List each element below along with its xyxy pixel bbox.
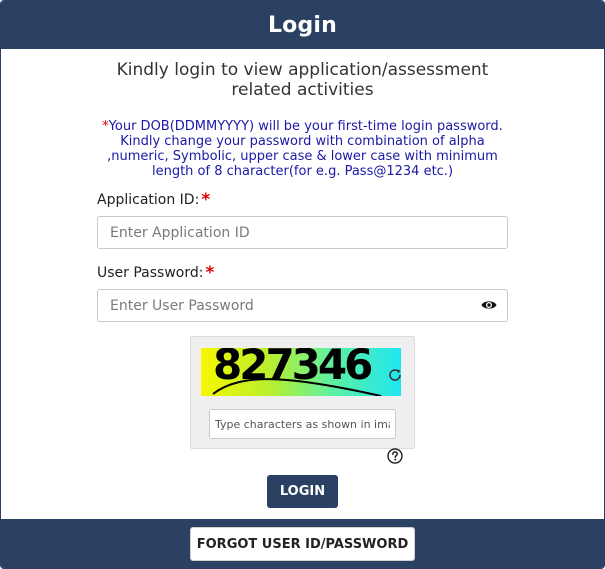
page-title: Login — [267, 12, 338, 38]
application-id-label-text: Application ID: — [97, 192, 200, 208]
login-panel: Login Kindly login to view application/a… — [0, 0, 605, 569]
notice-text: Your DOB(DDMMYYYY) will be your first-ti… — [107, 119, 503, 179]
captcha-image: 827346 — [201, 348, 401, 396]
password-required-star: * — [205, 263, 215, 283]
password-input[interactable] — [97, 289, 508, 322]
password-notice: *Your DOB(DDMMYYYY) will be your first-t… — [1, 119, 604, 179]
help-icon[interactable] — [387, 448, 403, 464]
captcha-noise-line — [212, 378, 382, 396]
refresh-icon[interactable] — [387, 367, 403, 383]
application-id-required-star: * — [201, 190, 211, 210]
eye-icon[interactable] — [481, 298, 497, 312]
forgot-user-id-password-button[interactable]: FORGOT USER ID/PASSWORD — [190, 527, 415, 561]
password-label-text: User Password: — [97, 265, 204, 281]
captcha-input[interactable] — [209, 409, 396, 439]
captcha-box: 827346 — [190, 336, 415, 449]
login-header: Login — [1, 1, 604, 49]
login-footer: FORGOT USER ID/PASSWORD — [1, 519, 604, 568]
password-field-wrap — [97, 289, 508, 322]
password-group: User Password: * — [97, 264, 508, 322]
application-id-group: Application ID: * — [97, 191, 508, 249]
intro-text: Kindly login to view application/assessm… — [116, 60, 489, 100]
password-label: User Password: * — [97, 264, 508, 282]
application-id-label: Application ID: * — [97, 191, 508, 209]
login-button[interactable]: LOGIN — [267, 475, 338, 508]
application-id-input[interactable] — [97, 216, 508, 249]
